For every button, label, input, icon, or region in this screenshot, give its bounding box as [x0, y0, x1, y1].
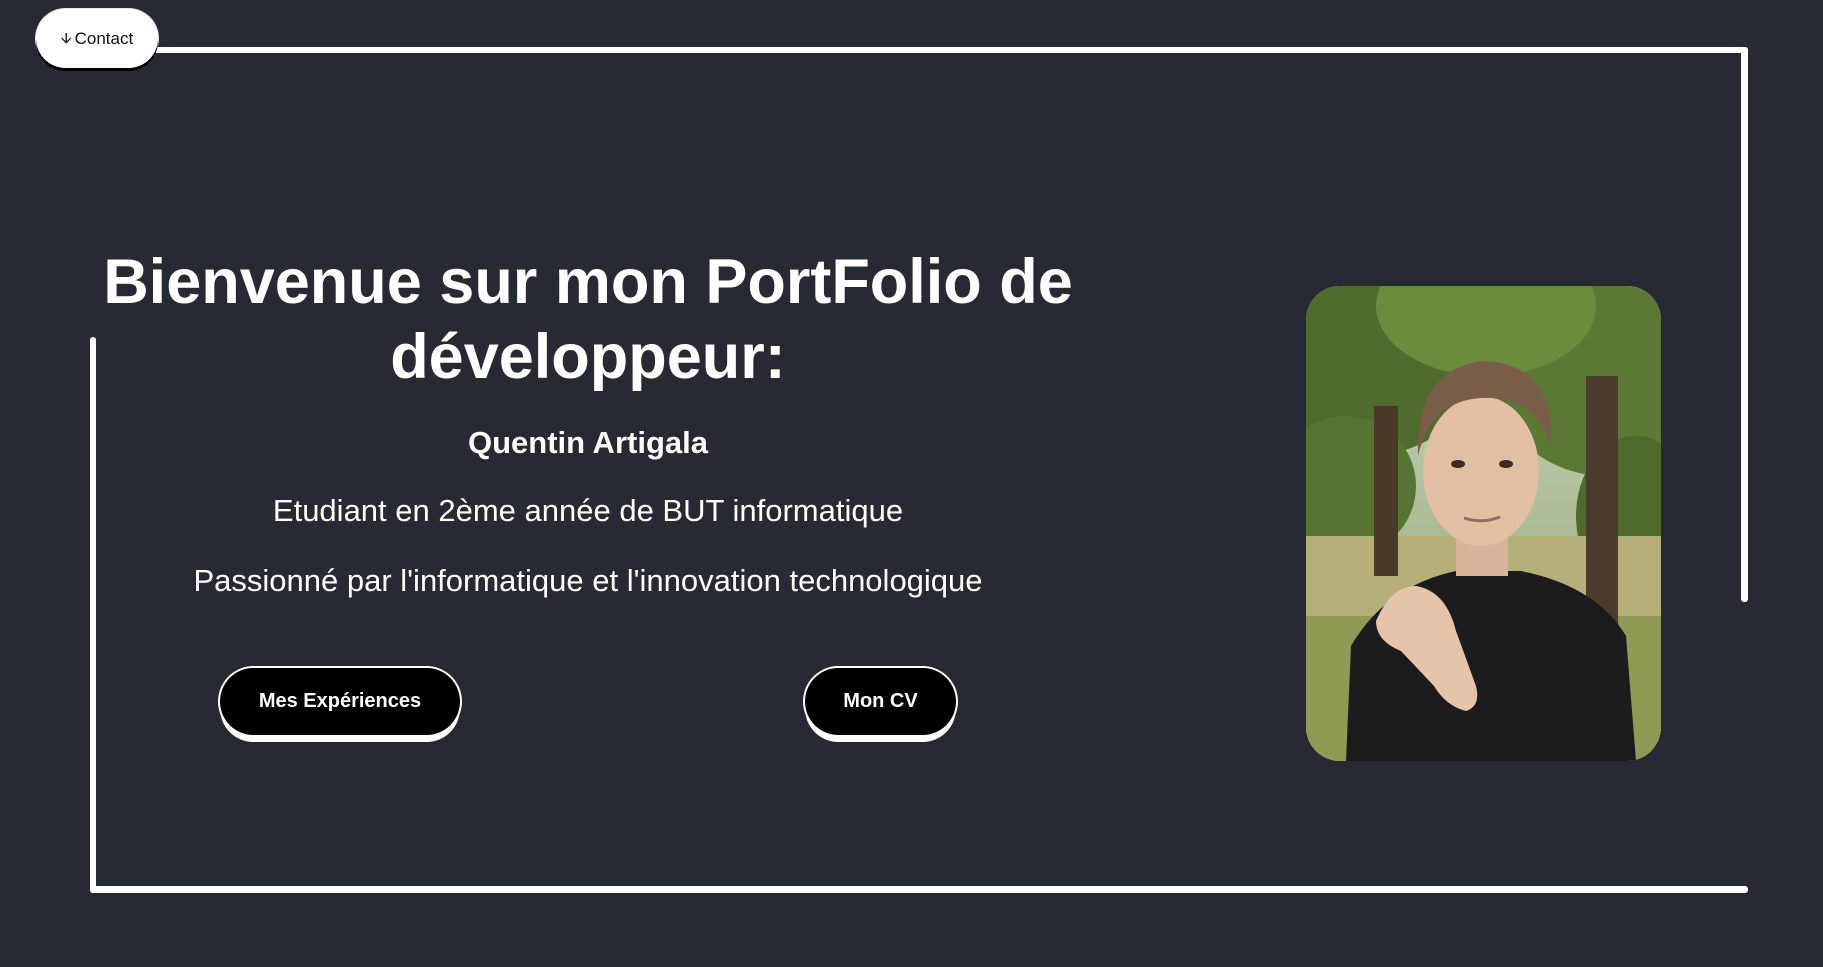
- contact-button[interactable]: 🡫 Contact: [36, 9, 158, 68]
- frame-bottom-line: [90, 886, 1748, 893]
- page-title-line2: développeur:: [390, 322, 786, 392]
- subtitle-passion: Passionné par l'informatique et l'innova…: [193, 563, 983, 598]
- profile-photo-illustration: [1306, 286, 1661, 761]
- page-title-line1: Bienvenue sur mon PortFolio de: [103, 247, 1073, 317]
- hero-section: Bienvenue sur mon PortFolio de développe…: [88, 245, 1088, 599]
- page-title: Bienvenue sur mon PortFolio de développe…: [88, 245, 1088, 395]
- frame-top-line: [145, 47, 1748, 53]
- cv-button[interactable]: Mon CV: [805, 668, 956, 735]
- profile-photo: [1306, 286, 1661, 761]
- subtitle-study: Etudiant en 2ème année de BUT informatiq…: [272, 493, 904, 528]
- arrow-down-icon: 🡫: [60, 30, 72, 47]
- experiences-button[interactable]: Mes Expériences: [220, 668, 460, 735]
- frame-right-line: [1741, 47, 1748, 602]
- contact-label: Contact: [74, 28, 134, 48]
- author-name: Quentin Artigala: [468, 425, 708, 460]
